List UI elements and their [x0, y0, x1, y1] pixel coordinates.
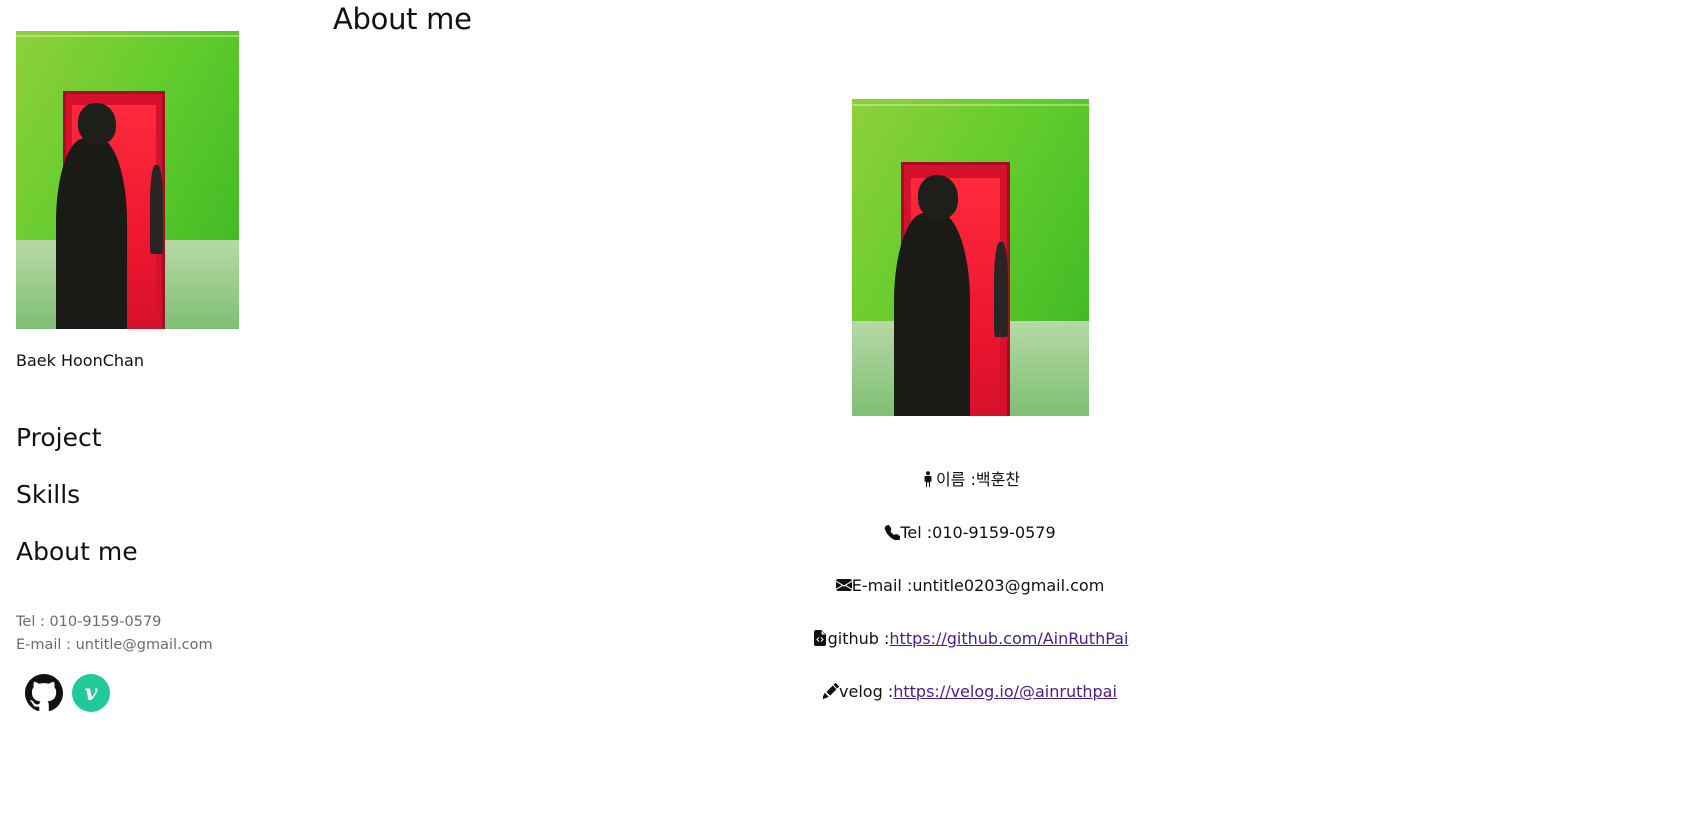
about-me-section: 이름 : 백훈찬 Tel : 010-9159-0579 E-mail : un… — [760, 99, 1180, 734]
nav-item-skills[interactable]: Skills — [16, 481, 276, 538]
info-name-label: 이름 : — [935, 470, 976, 489]
profile-name: Baek HoonChan — [16, 351, 144, 370]
info-github-row: github : https://github.com/AinRuthPai — [760, 628, 1180, 681]
info-tel-label: Tel : — [900, 523, 933, 542]
sidebar-nav: Project Skills About me — [16, 424, 276, 595]
info-email-label: E-mail : — [851, 576, 913, 595]
file-code-icon — [813, 630, 826, 646]
sidebar-email: E-mail : untitle@gmail.com — [16, 637, 213, 653]
info-velog-label: velog : — [839, 682, 894, 701]
info-velog-row: velog : https://velog.io/@ainruthpai — [760, 681, 1180, 734]
profile-photo — [16, 31, 239, 329]
info-name-value: 백훈찬 — [975, 470, 1021, 489]
velog-icon[interactable]: v — [72, 674, 110, 712]
person-icon — [924, 471, 932, 487]
info-email-value: untitle0203@gmail.com — [912, 576, 1105, 595]
info-tel-value: 010-9159-0579 — [932, 523, 1056, 542]
page-title: About me — [333, 2, 472, 36]
social-links: v — [16, 674, 276, 712]
github-link[interactable] — [25, 674, 63, 712]
info-tel-row: Tel : 010-9159-0579 — [760, 522, 1180, 575]
nav-item-project[interactable]: Project — [16, 424, 276, 481]
info-email-row: E-mail : untitle0203@gmail.com — [760, 575, 1180, 628]
github-url-link[interactable]: https://github.com/AinRuthPai — [889, 628, 1128, 650]
sidebar-contact: Tel : 010-9159-0579 E-mail : untitle@gma… — [16, 611, 276, 657]
velog-url-link[interactable]: https://velog.io/@ainruthpai — [893, 681, 1117, 703]
pencil-icon — [823, 683, 840, 699]
nav-item-about-me[interactable]: About me — [16, 538, 276, 595]
info-list: 이름 : 백훈찬 Tel : 010-9159-0579 E-mail : un… — [760, 469, 1180, 734]
info-github-label: github : — [827, 629, 890, 648]
sidebar: Baek HoonChan Project Skills About me Te… — [16, 31, 276, 712]
sidebar-tel: Tel : 010-9159-0579 — [16, 614, 162, 630]
phone-icon — [885, 525, 901, 540]
info-name-row: 이름 : 백훈찬 — [760, 469, 1180, 522]
github-icon — [25, 674, 63, 712]
about-photo — [851, 99, 1089, 416]
envelope-icon — [835, 579, 852, 591]
